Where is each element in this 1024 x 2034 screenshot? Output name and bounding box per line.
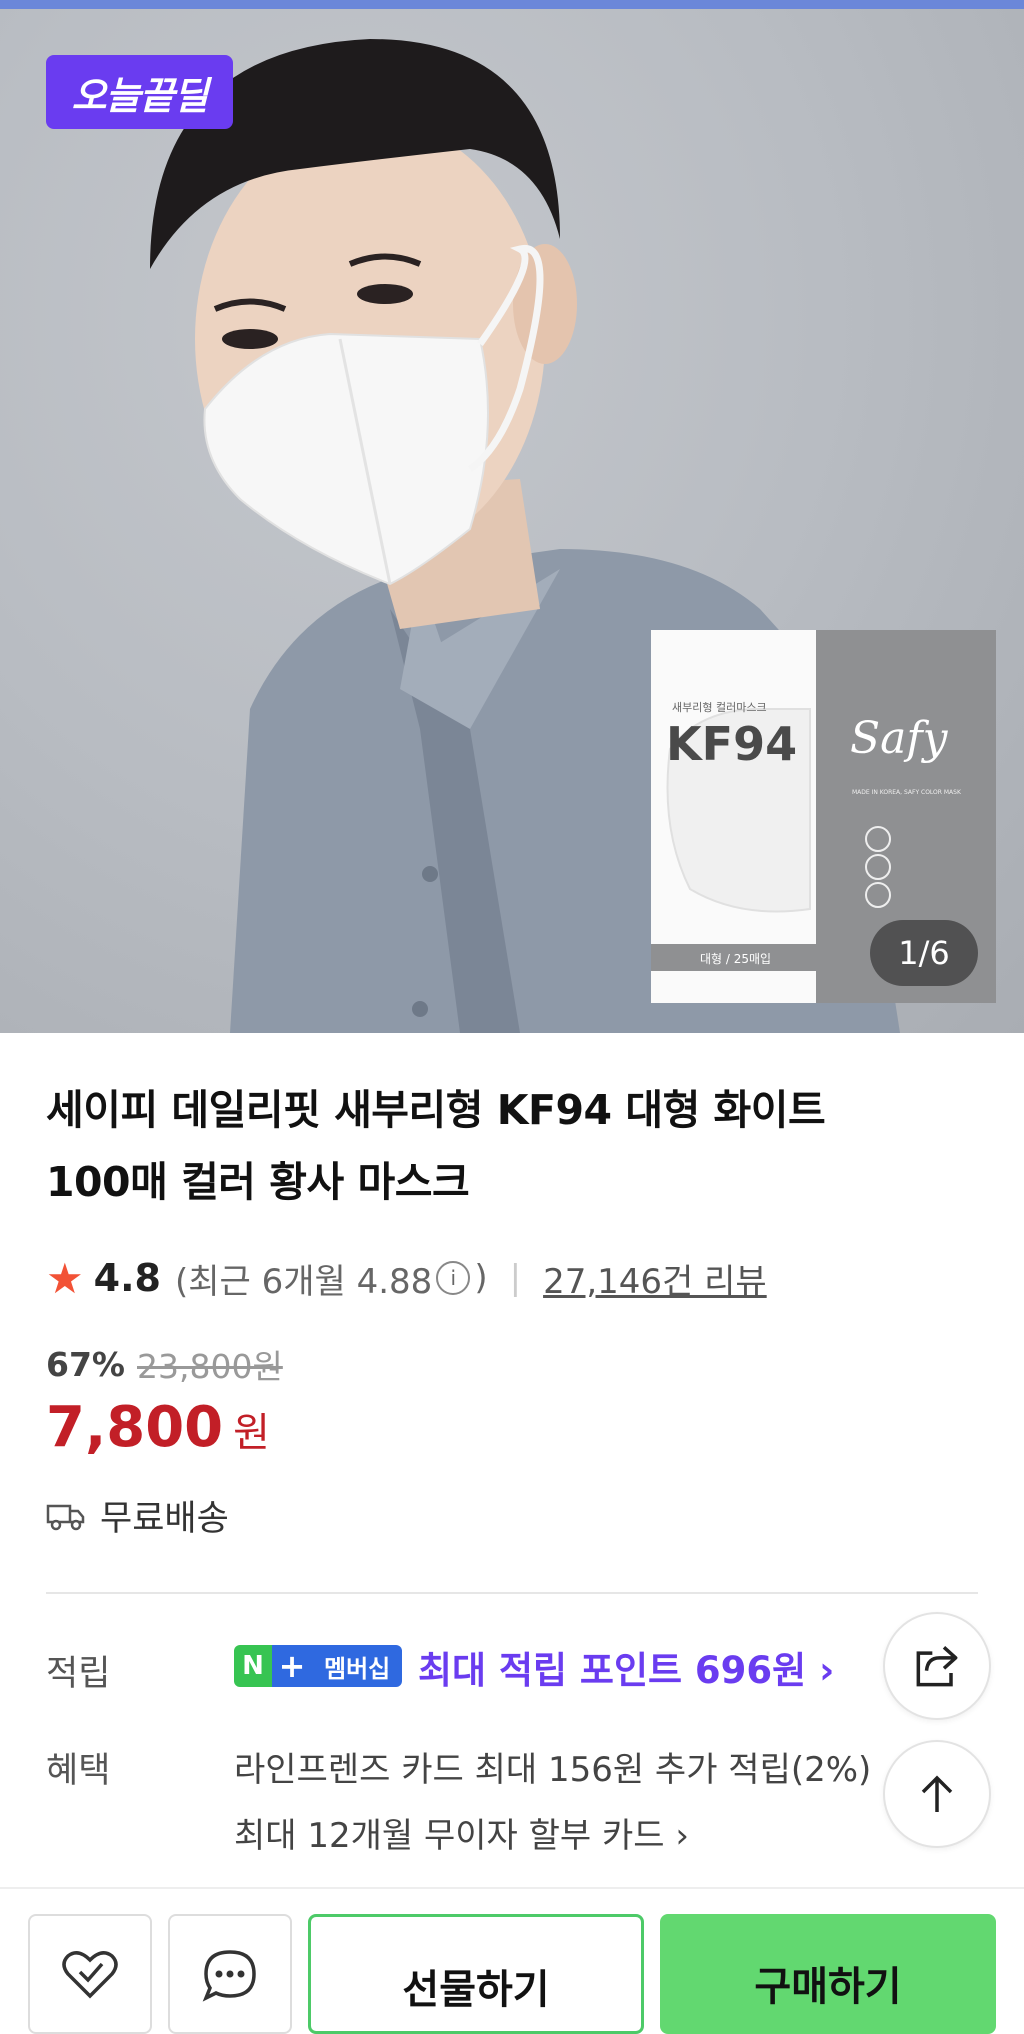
image-counter: 1/6: [870, 920, 978, 986]
wishlist-button[interactable]: [28, 1914, 152, 2034]
benefits-label: 혜택: [46, 1751, 111, 1791]
gift-button[interactable]: 선물하기: [308, 1914, 644, 2034]
heart-icon: [62, 1951, 118, 1999]
buy-button[interactable]: 구매하기: [660, 1914, 996, 2034]
card-benefit-text: 라인프렌즈 카드 최대 156원 추가 적립(2%): [234, 1750, 872, 1790]
free-shipping-label: 무료배송: [100, 1499, 229, 1539]
scroll-top-button[interactable]: [883, 1740, 991, 1848]
sale-price-amount: 7,800: [46, 1395, 224, 1460]
today-deal-badge: 오늘끝딜: [46, 55, 233, 129]
product-title-line1: 세이피 데일리핏 새부리형 KF94 대형 화이트: [46, 1086, 826, 1134]
badge-membership: 멤버십: [312, 1645, 403, 1687]
rating-row: ★ 4.8 (최근 6개월 4.88 i ) | 27,146건 리뷰: [46, 1250, 767, 1306]
product-photo: [150, 39, 996, 1033]
share-button[interactable]: [883, 1612, 991, 1720]
separator: |: [509, 1258, 522, 1298]
points-label: 적립: [46, 1654, 111, 1694]
product-title: 세이피 데일리핏 새부리형 KF94 대형 화이트 100매 컬러 황사 마스크: [46, 1074, 946, 1218]
talk-button[interactable]: [168, 1914, 292, 2034]
recent-rating-text: (최근 6개월 4.88: [174, 1261, 433, 1302]
shipping-row: 무료배송: [46, 1490, 229, 1541]
recent-rating-close: ): [474, 1258, 488, 1298]
price-original-row: 67% 23,800원: [46, 1340, 283, 1388]
info-icon[interactable]: i: [436, 1261, 471, 1295]
sale-price-unit: 원: [233, 1410, 270, 1456]
pack-tagline-text: MADE IN KOREA, SAFY COLOR MASK: [852, 789, 961, 796]
review-count-link[interactable]: 27,146건 리뷰: [543, 1254, 767, 1303]
arrow-up-icon: [921, 1775, 953, 1812]
installment-benefit-link[interactable]: 최대 12개월 무이자 할부 카드 ›: [234, 1808, 689, 1857]
max-points-link[interactable]: 최대 적립 포인트 696원 ›: [418, 1640, 834, 1694]
chat-bubble-icon: [202, 1950, 256, 2002]
sale-price: 7,800 원: [46, 1395, 270, 1460]
pack-model-text: KF94: [666, 717, 798, 771]
star-icon: ★: [46, 1253, 84, 1303]
share-icon: [916, 1646, 958, 1687]
badge-n: N: [234, 1645, 272, 1687]
naver-plus-membership-badge: N + 멤버십: [234, 1645, 403, 1687]
pack-size-text: 대형 / 25매입: [700, 952, 772, 966]
original-price: 23,800원: [137, 1347, 283, 1386]
truck-icon: [46, 1504, 85, 1530]
top-accent-bar: [0, 0, 1024, 9]
bottom-bar-divider: [0, 1887, 1024, 1889]
product-image-carousel[interactable]: 새부리형 컬러마스크 KF94 대형 / 25매입 Safy MADE IN K…: [0, 9, 1024, 1033]
pack-logo-text: Safy: [850, 713, 948, 764]
pack-brand-label: 새부리형 컬러마스크: [672, 701, 767, 714]
rating-score: 4.8: [93, 1256, 161, 1300]
product-title-line2: 100매 컬러 황사 마스크: [46, 1158, 470, 1206]
section-divider: [46, 1592, 978, 1594]
badge-plus: +: [272, 1645, 312, 1687]
discount-rate: 67%: [46, 1344, 125, 1384]
